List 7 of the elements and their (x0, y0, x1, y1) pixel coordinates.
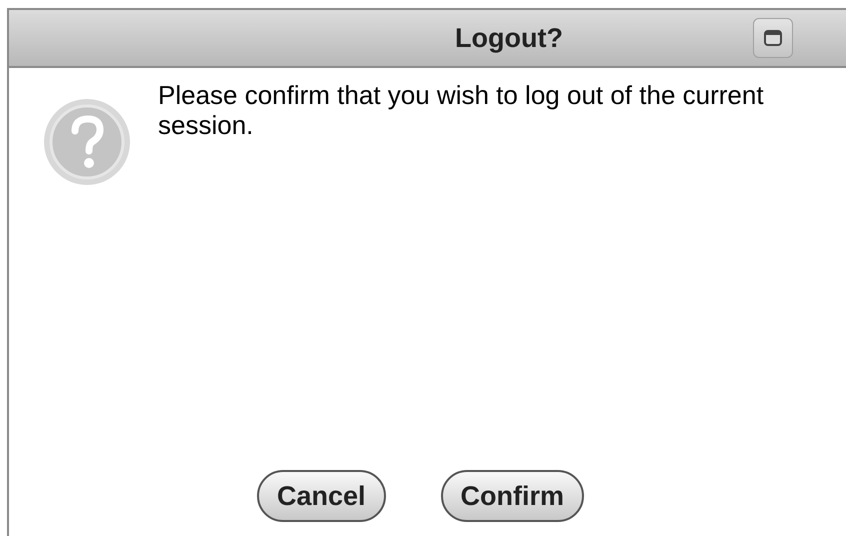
window-button[interactable] (753, 18, 793, 58)
window-icon (764, 30, 782, 46)
dialog-button[interactable]: Cancel (257, 470, 386, 522)
window-title: Logout? (454, 22, 564, 55)
dialog-button[interactable]: Confirm (440, 470, 584, 522)
question-icon (42, 97, 132, 187)
confirmation-message: Please confirm that you wish to log out of the current session. (158, 80, 765, 140)
